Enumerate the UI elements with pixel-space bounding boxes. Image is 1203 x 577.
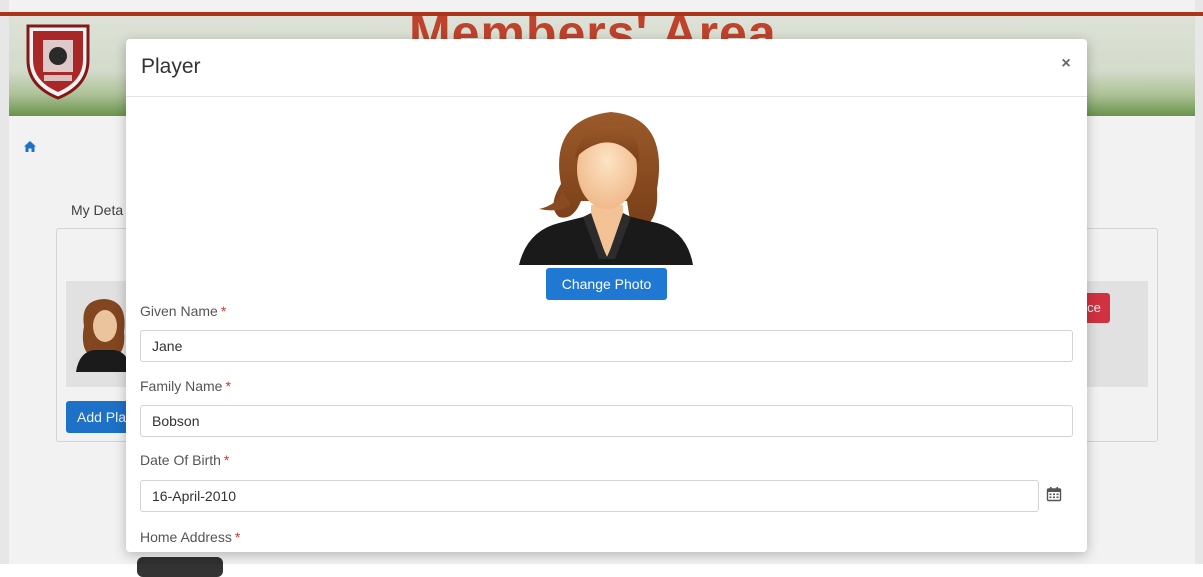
required-marker: * [225, 378, 231, 394]
change-photo-button[interactable]: Change Photo [546, 268, 667, 300]
family-name-input[interactable] [140, 405, 1073, 437]
home-address-label: Home Address * [140, 529, 240, 545]
avatar-placeholder [519, 112, 693, 265]
date-of-birth-input[interactable] [140, 480, 1039, 512]
family-name-label-text: Family Name [140, 378, 223, 394]
player-modal: Player × Change Photo Given Name * Jane … [126, 39, 1087, 552]
family-name-label: Family Name * [140, 378, 231, 394]
required-marker: * [223, 452, 230, 468]
home-address-label-text: Home Address [140, 529, 232, 545]
date-of-birth-label: Date Of Birth * [140, 452, 229, 468]
required-marker: * [234, 529, 241, 545]
required-marker: * [220, 303, 227, 319]
modal-header: Player × [126, 39, 1087, 97]
given-name-input[interactable] [140, 330, 1073, 362]
modal-title: Player [141, 55, 201, 78]
given-name-label-text: Given Name [140, 303, 218, 319]
close-icon[interactable]: × [1055, 53, 1077, 75]
calendar-icon[interactable] [1046, 486, 1062, 502]
date-of-birth-label-text: Date Of Birth [140, 452, 221, 468]
given-name-label: Given Name * [140, 303, 226, 319]
